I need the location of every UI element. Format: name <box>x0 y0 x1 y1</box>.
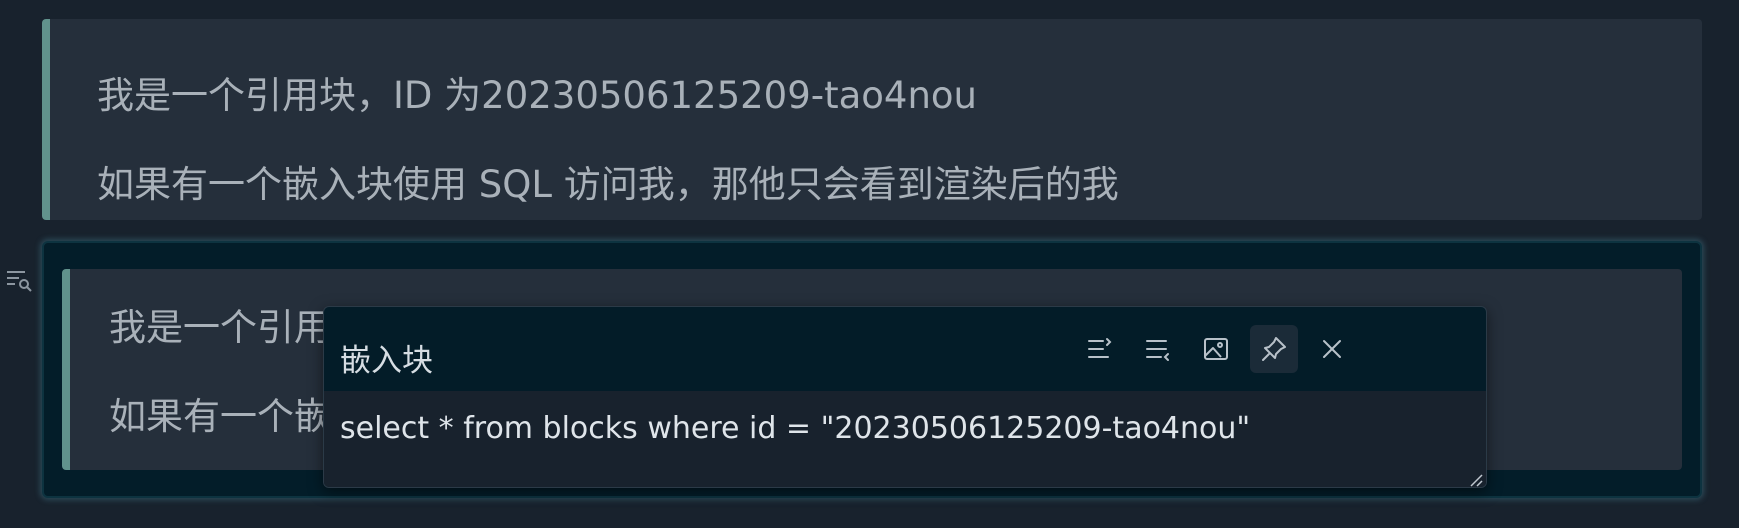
headings-expand-icon[interactable] <box>1076 325 1124 373</box>
headings-collapse-icon[interactable] <box>1134 325 1182 373</box>
quote-line-1: 我是一个引用块，ID 为20230506125209-tao4nou <box>97 74 977 117</box>
quote-line-2: 如果有一个嵌入块使用 SQL 访问我，那他只会看到渲染后的我 <box>97 163 1119 206</box>
image-icon[interactable] <box>1192 325 1240 373</box>
embed-popup: 嵌入块 select * from blocks where id = "202… <box>323 306 1487 488</box>
embedded-quote-line-1: 我是一个引用 <box>109 306 331 349</box>
quote-block[interactable]: 我是一个引用块，ID 为20230506125209-tao4nou 如果有一个… <box>42 19 1702 220</box>
sql-query-text: select * from blocks where id = "2023050… <box>340 411 1251 446</box>
pin-icon[interactable] <box>1250 325 1298 373</box>
close-icon[interactable] <box>1308 325 1356 373</box>
embed-query-icon[interactable] <box>5 268 33 292</box>
popup-title: 嵌入块 <box>340 343 433 379</box>
sql-query-input[interactable]: select * from blocks where id = "2023050… <box>324 391 1486 487</box>
resize-handle-icon[interactable] <box>1469 472 1483 487</box>
